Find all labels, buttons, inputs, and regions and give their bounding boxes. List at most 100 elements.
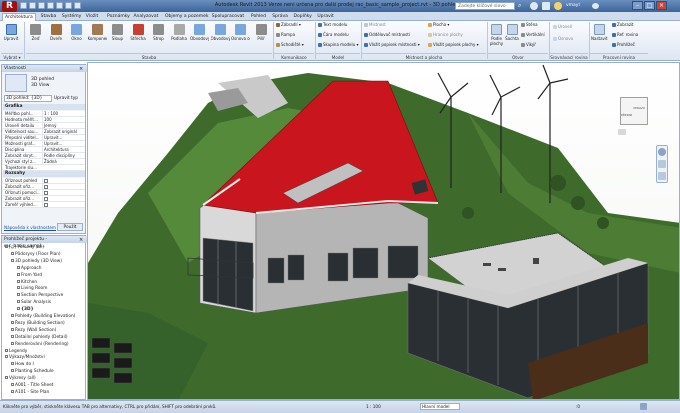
window-button[interactable]: Okno [67,24,86,41]
open-icon[interactable] [20,2,27,9]
communication-icon[interactable] [542,2,550,10]
search-input[interactable]: Zadejte klíčové slovo nebo výraz [455,2,515,17]
browser-node[interactable]: From Yard [17,272,42,279]
expand-icon[interactable] [11,341,14,345]
browser-node[interactable]: Řezy (Wall Section) [11,327,56,334]
browser-node[interactable]: Planting Schedule [11,369,54,375]
browser-node[interactable]: Pohledy (Building Elevation) [11,314,75,320]
instance-selector[interactable]: 3D pohled: {3D} [4,95,52,102]
tag-area-button[interactable]: Vložit popisek plochy ▾ [428,42,479,47]
model-text-button[interactable]: Text modelu [318,22,347,27]
model-group-button[interactable]: Skupina modelu ▾ [318,42,358,47]
user-name[interactable]: vmayl [566,3,580,8]
ramp-button[interactable]: Rampa [276,32,295,37]
expand-icon[interactable] [17,279,20,283]
browser-node[interactable]: Detailní pohledy (Detail) [11,334,68,341]
tab-10[interactable]: Správa [270,13,290,21]
steering-wheel-icon[interactable] [658,148,666,156]
floor-button[interactable]: Podlaha [170,24,189,41]
curtain-system-button[interactable]: Obvodový plášť [190,24,209,41]
view-scale[interactable]: 1 : 100 [366,404,381,409]
tab-2[interactable]: Stavba [39,13,59,21]
expand-icon[interactable] [11,258,14,262]
railing-button[interactable]: Zábradlí ▾ [276,22,301,27]
active-model-selector[interactable]: Hlavní model [420,403,460,410]
expand-icon[interactable] [5,245,8,248]
close-icon[interactable]: × [79,66,83,72]
tab-7[interactable]: Objemy a pozemek [163,13,211,21]
room-separator-button[interactable]: Oddělovač místností [364,32,410,37]
tag-room-button[interactable]: Vložit popisek místnosti ▾ [364,42,420,47]
expand-icon[interactable] [11,369,14,373]
browser-node[interactable]: Půdorysy (Floor Plan) [11,251,61,258]
curtain-grid-button[interactable]: Osnova obvodového pláště [231,24,250,41]
browser-node[interactable]: [○] Pohledy (all) [5,245,44,251]
tab-3[interactable]: Systémy [60,13,83,21]
browser-node[interactable]: Výkazy/Množství [5,355,45,361]
shaft-button[interactable]: Šachta [505,24,519,41]
browser-node[interactable]: {3D} [17,307,34,313]
browser-node[interactable]: Approach [17,265,41,272]
undo-icon[interactable] [38,2,45,9]
redo-icon[interactable] [47,2,54,9]
property-checkbox[interactable] [42,202,84,208]
curtain-wall-button[interactable]: Obvodový plášť [211,24,230,41]
minimize-button[interactable]: – [632,1,643,10]
expand-icon[interactable] [11,362,14,366]
roof-button[interactable]: Střecha [129,24,148,41]
close-button[interactable]: × [656,1,667,10]
model-line-button[interactable]: Čára modelu [318,32,349,37]
browser-node[interactable]: Kitchen [17,279,37,286]
vertical-opening-button[interactable]: Vertikální [521,32,545,37]
expand-icon[interactable] [17,307,20,311]
close-icon[interactable]: × [79,237,83,243]
browser-node[interactable]: Řezy (Building Section) [11,320,65,327]
binoculars-icon[interactable]: ⌕ [518,2,526,10]
expand-icon[interactable] [5,348,8,352]
tab-6[interactable]: Analyzovat [131,13,160,21]
dormer-button[interactable]: Vikýř [521,42,536,47]
wall-opening-button[interactable]: Stěna [521,22,538,27]
help-icon[interactable] [592,3,599,9]
expand-icon[interactable] [17,300,20,304]
ref-plane-button[interactable]: Ref. rovina [612,32,638,37]
zoom-icon[interactable] [658,160,666,168]
browser-node[interactable]: Living Room [17,286,47,292]
tab-12[interactable]: Upravit [315,13,335,21]
expand-icon[interactable] [11,314,14,317]
browser-node[interactable]: How do I [11,362,34,368]
browser-node[interactable]: Výkresy (all) [5,376,36,382]
filter-icon[interactable] [640,403,647,410]
by-face-button[interactable]: Podle plochy [489,24,504,46]
show-workplane-button[interactable]: Zobrazit [612,22,634,27]
expand-icon[interactable] [11,251,14,255]
category-graphics[interactable]: Grafika [3,104,85,110]
viewcube[interactable] [620,97,648,125]
expand-icon[interactable] [17,293,20,297]
expand-icon[interactable] [11,320,14,324]
browser-node[interactable]: Section Perspective [17,293,63,299]
tab-4[interactable]: Vložit [84,13,100,21]
wall-button[interactable]: Zeď [26,24,45,41]
tab-5[interactable]: Poznámky [105,13,132,21]
print-icon[interactable] [56,2,63,9]
favorites-icon[interactable] [554,2,562,10]
expand-icon[interactable] [17,265,20,269]
apply-button[interactable]: Použít [57,223,83,231]
subscription-icon[interactable] [530,2,538,10]
application-menu-button[interactable]: R [2,1,17,12]
browser-node[interactable]: 3D pohledy (3D View) [11,258,62,265]
browser-node[interactable]: Renderování (Rendering) [11,341,69,348]
tab-1[interactable]: Architektura [2,13,36,21]
expand-icon[interactable] [11,327,14,331]
save-icon[interactable] [29,2,36,9]
pillar-button[interactable]: Pilíř [252,24,271,41]
select-panel-title[interactable]: Vybrat ▾ [1,53,23,60]
browser-node[interactable]: Legendy [5,348,27,355]
area-boundary-button[interactable]: Hranice plochy [428,32,463,37]
expand-icon[interactable] [11,334,14,338]
property-row[interactable]: Zaměř výhled... [3,202,85,208]
maximize-button[interactable]: □ [644,1,655,10]
expand-icon[interactable] [11,389,14,393]
modify-button[interactable]: Upravit [3,24,19,41]
